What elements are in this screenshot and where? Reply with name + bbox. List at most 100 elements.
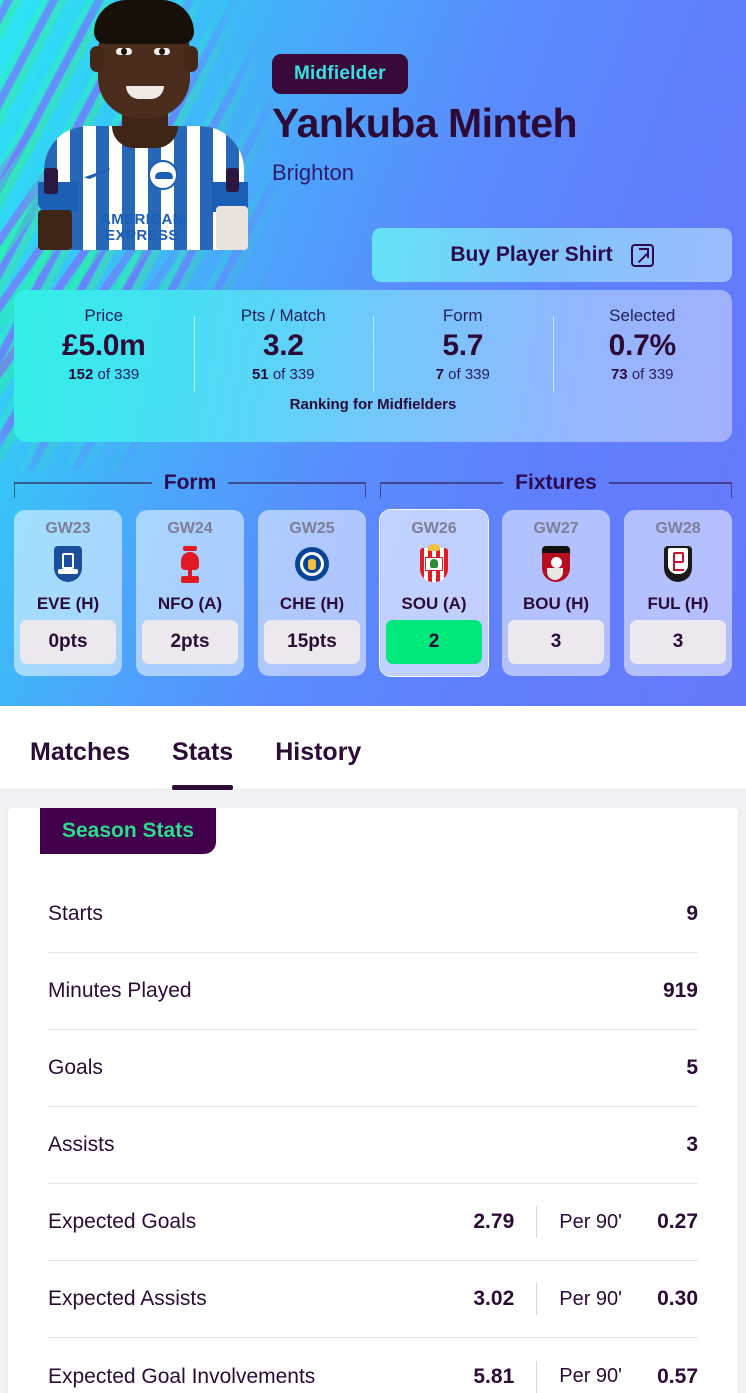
player-detail-tabs: Matches Stats History (0, 706, 746, 790)
external-link-icon (630, 243, 654, 267)
stat-rank: 152 of 339 (68, 366, 140, 383)
stat-row-value: 3 (686, 1133, 698, 1156)
gameweek-card[interactable]: GW27 BOU (H) 3 (502, 510, 610, 676)
gameweek-card[interactable]: GW25 CHE (H) 15pts (258, 510, 366, 676)
stat-row-name: Expected Goal Involvements (48, 1364, 316, 1388)
stat-label: Selected (609, 306, 676, 325)
gameweek-points-pill: 2pts (142, 620, 238, 664)
tab-stats[interactable]: Stats (172, 706, 234, 790)
stat-row: Starts 9 (48, 876, 698, 953)
stat-row: Expected Goal Involvements 5.81 Per 90' … (48, 1338, 698, 1393)
tab-history[interactable]: History (275, 706, 361, 789)
form-fixtures-section: Form Fixtures GW23 EVE (H) 0pts GW24 NFO… (14, 466, 733, 677)
stat-value: 0.7% (608, 329, 676, 362)
stat-label: Price (84, 306, 124, 325)
tab-matches[interactable]: Matches (30, 706, 130, 789)
stat-row-value: 5 (686, 1056, 698, 1079)
opponent-label: CHE (H) (279, 594, 345, 613)
stat-row-value: 3.02 (473, 1287, 515, 1310)
stat-row: Expected Goals 2.79 Per 90' 0.27 (48, 1184, 698, 1261)
season-stats-list: Starts 9 Minutes Played 919 Goals 5 Assi… (8, 854, 738, 1393)
stat-row-value: 919 (662, 979, 698, 1002)
stat-row-name: Expected Assists (48, 1287, 207, 1310)
forest-crest (169, 544, 211, 588)
gameweek-label: GW26 (411, 520, 457, 537)
per90-value: 0.30 (657, 1287, 698, 1310)
everton-crest (47, 544, 89, 588)
team-name: Brighton (272, 160, 354, 185)
stat-row-name: Minutes Played (48, 979, 192, 1002)
gameweek-card-grid: GW23 EVE (H) 0pts GW24 NFO (A) 2pts GW25… (14, 509, 732, 677)
gameweek-points-pill: 0pts (20, 620, 116, 664)
player-summary-stats-bar: Price £5.0m 152 of 339 Pts / Match 3.2 5… (14, 290, 732, 442)
stat-row-value: 2.79 (473, 1210, 515, 1233)
buy-player-shirt-button[interactable]: Buy Player Shirt (372, 228, 732, 282)
per90-value: 0.57 (657, 1364, 698, 1388)
opponent-label: EVE (H) (36, 594, 100, 613)
stat-row-value: 9 (686, 902, 698, 925)
opponent-label: SOU (A) (401, 594, 467, 613)
stat-row: Goals 5 (48, 1030, 698, 1107)
column-divider (536, 1283, 538, 1315)
season-stats-badge: Season Stats (40, 808, 216, 854)
summary-stat-pts-per-match: Pts / Match 3.2 51 of 339 (193, 306, 374, 398)
gameweek-label: GW27 (533, 520, 579, 537)
fixtures-section-header: Fixtures (380, 466, 733, 500)
column-divider (536, 1206, 538, 1238)
stat-rank: 51 of 339 (251, 366, 315, 383)
player-hero-header: AMERICAN EXPRESS Midfielder Yankuba Mint… (0, 0, 746, 706)
stat-value: 3.2 (262, 329, 304, 362)
opponent-label: NFO (A) (157, 594, 223, 613)
stat-label: Pts / Match (240, 306, 326, 325)
stat-row: Minutes Played 919 (48, 953, 698, 1030)
stat-row: Assists 3 (48, 1107, 698, 1184)
player-photo: AMERICAN EXPRESS (36, 0, 252, 250)
stat-row-value: 5.81 (473, 1364, 515, 1388)
column-divider (536, 1360, 538, 1393)
stat-row-name: Expected Goals (48, 1210, 197, 1233)
stat-row: Expected Assists 3.02 Per 90' 0.30 (48, 1261, 698, 1338)
form-title: Form (163, 471, 217, 494)
gameweek-label: GW24 (167, 520, 213, 537)
per90-value: 0.27 (657, 1210, 698, 1233)
summary-stat-form: Form 5.7 7 of 339 (373, 306, 553, 398)
stat-row-name: Goals (48, 1056, 103, 1079)
fulham-crest (657, 544, 699, 588)
shirt-sponsor-text: AMERICAN EXPRESS (99, 211, 185, 244)
gameweek-card[interactable]: GW23 EVE (H) 0pts (14, 510, 122, 676)
gameweek-card[interactable]: GW28 FUL (H) 3 (624, 510, 732, 676)
buy-player-shirt-label: Buy Player Shirt (450, 243, 613, 266)
stat-rank: 7 of 339 (435, 366, 490, 383)
per90-label: Per 90' (559, 1210, 622, 1233)
southampton-crest (413, 544, 455, 588)
fixture-difficulty-pill: 2 (386, 620, 482, 664)
gameweek-label: GW28 (655, 520, 701, 537)
stat-row-name: Starts (48, 902, 103, 925)
per90-label: Per 90' (559, 1365, 622, 1387)
gameweek-card[interactable]: GW26 SOU (A) 2 (379, 509, 489, 677)
page-title: Yankuba Minteh (272, 100, 578, 146)
season-stats-panel: Season Stats Starts 9 Minutes Played 919… (8, 808, 738, 1393)
position-badge: Midfielder (272, 54, 408, 94)
fixture-difficulty-pill: 3 (630, 620, 726, 664)
stat-label: Form (442, 306, 483, 325)
chelsea-crest (291, 544, 333, 588)
gameweek-label: GW23 (45, 520, 91, 537)
bournemouth-crest (535, 544, 577, 588)
per90-label: Per 90' (559, 1287, 622, 1310)
fixtures-title: Fixtures (515, 471, 597, 494)
player-detail-page: AMERICAN EXPRESS Midfielder Yankuba Mint… (0, 0, 746, 1393)
stat-value: £5.0m (61, 329, 146, 362)
opponent-label: BOU (H) (522, 594, 590, 613)
gameweek-card[interactable]: GW24 NFO (A) 2pts (136, 510, 244, 676)
summary-stat-selected: Selected 0.7% 73 of 339 (552, 306, 733, 398)
gameweek-label: GW25 (289, 520, 335, 537)
ranking-note: Ranking for Midfielders (289, 396, 457, 413)
opponent-label: FUL (H) (647, 594, 709, 613)
stat-value: 5.7 (442, 329, 484, 362)
gameweek-points-pill: 15pts (264, 620, 360, 664)
form-section-header: Form (14, 466, 366, 500)
fixture-difficulty-pill: 3 (508, 620, 604, 664)
summary-stat-price: Price £5.0m 152 of 339 (14, 306, 194, 398)
stat-row-name: Assists (48, 1133, 115, 1156)
